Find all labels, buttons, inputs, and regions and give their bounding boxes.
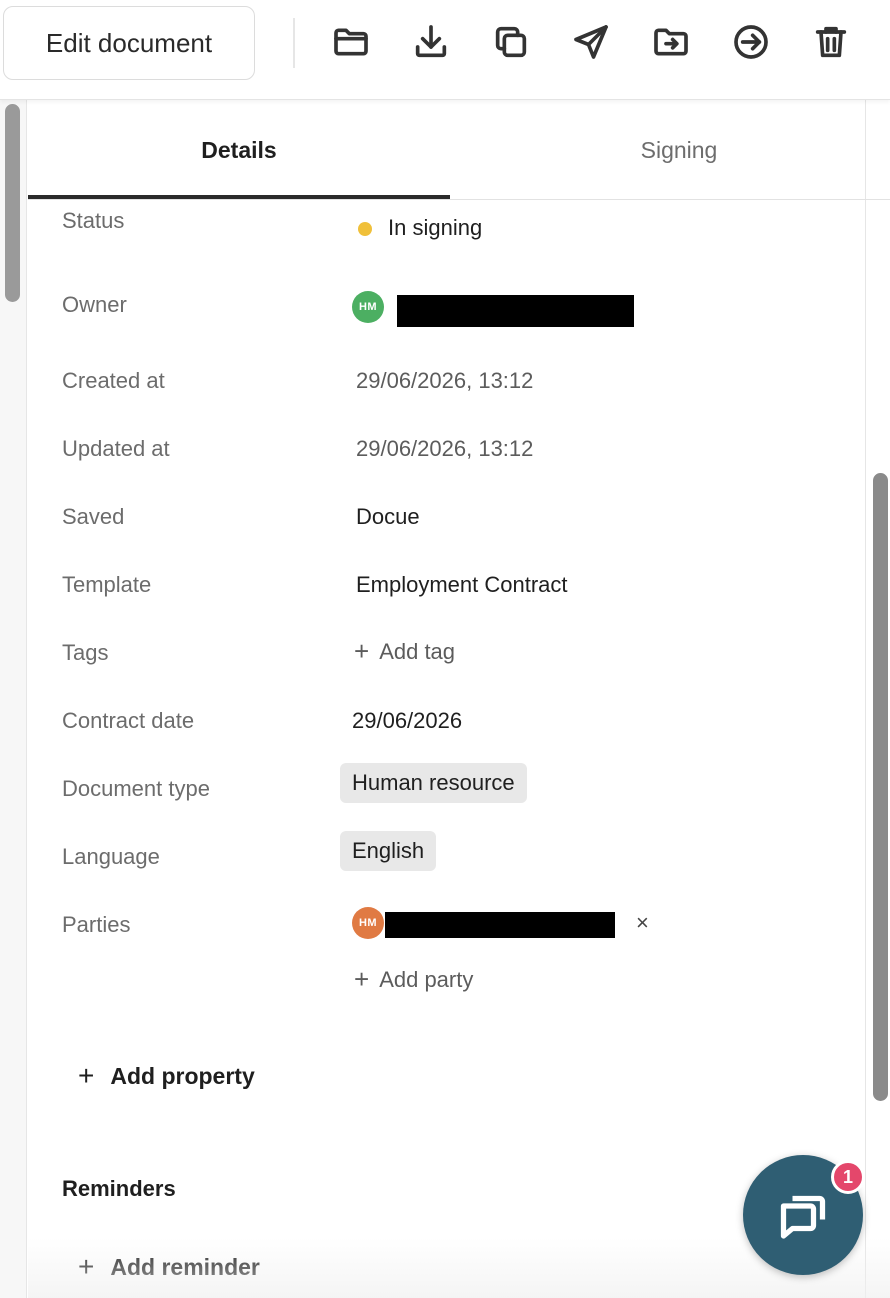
right-scrollbar-thumb[interactable] bbox=[873, 473, 888, 1101]
language-chip[interactable]: English bbox=[340, 831, 437, 871]
chat-icon bbox=[780, 1195, 826, 1239]
updated-at-value: 29/06/2026, 13:12 bbox=[356, 436, 534, 461]
edit-document-button[interactable]: Edit document bbox=[3, 6, 255, 80]
left-scrollbar-thumb[interactable] bbox=[5, 104, 20, 302]
contract-date-label: Contract date bbox=[62, 708, 195, 733]
document-type-chip[interactable]: Human resource bbox=[340, 763, 527, 803]
add-reminder-label: Add reminder bbox=[110, 1253, 260, 1280]
document-type-label: Document type bbox=[62, 776, 210, 801]
tags-label: Tags bbox=[62, 640, 109, 665]
party-name-redacted bbox=[385, 912, 615, 938]
trash-icon[interactable] bbox=[809, 20, 853, 64]
tab-signing[interactable]: Signing bbox=[450, 100, 890, 200]
add-property-label: Add property bbox=[110, 1062, 255, 1089]
plus-icon: + bbox=[354, 636, 370, 666]
created-at-value: 29/06/2026, 13:12 bbox=[356, 368, 534, 393]
saved-value[interactable]: Docue bbox=[356, 504, 420, 530]
parties-label: Parties bbox=[62, 912, 131, 937]
sign-in-icon[interactable] bbox=[729, 20, 773, 64]
send-icon[interactable] bbox=[569, 20, 613, 64]
add-reminder-button[interactable]: + Add reminder bbox=[78, 1251, 260, 1283]
document-details-panel: Details Signing Status In signing Owner … bbox=[28, 100, 890, 1298]
add-party-button[interactable]: + Add party bbox=[354, 964, 473, 995]
plus-icon: + bbox=[78, 1251, 95, 1282]
add-property-button[interactable]: + Add property bbox=[78, 1060, 255, 1092]
updated-at-label: Updated at bbox=[62, 436, 170, 461]
download-icon[interactable] bbox=[409, 20, 453, 64]
saved-label: Saved bbox=[62, 504, 125, 529]
add-tag-label: Add tag bbox=[379, 638, 456, 664]
add-party-label: Add party bbox=[379, 966, 474, 992]
tab-details[interactable]: Details bbox=[28, 100, 450, 200]
contract-date-value[interactable]: 29/06/2026 bbox=[352, 708, 462, 734]
owner-name-redacted bbox=[397, 295, 634, 327]
template-label: Template bbox=[62, 572, 152, 597]
party-avatar: HM bbox=[352, 907, 384, 939]
plus-icon: + bbox=[354, 964, 370, 994]
copy-icon[interactable] bbox=[489, 20, 533, 64]
chat-notification-badge: 1 bbox=[831, 1160, 865, 1194]
status-value: In signing bbox=[388, 215, 483, 240]
status-label: Status bbox=[62, 208, 125, 233]
add-tag-button[interactable]: + Add tag bbox=[354, 636, 455, 667]
owner-avatar: HM bbox=[352, 291, 384, 323]
template-value[interactable]: Employment Contract bbox=[356, 572, 568, 598]
folder-icon[interactable] bbox=[329, 20, 373, 64]
reminders-title: Reminders bbox=[62, 1176, 176, 1201]
active-tab-indicator bbox=[28, 195, 450, 199]
status-dot-icon bbox=[358, 222, 372, 236]
owner-label: Owner bbox=[62, 292, 127, 317]
toolbar-divider bbox=[293, 18, 295, 68]
created-at-label: Created at bbox=[62, 368, 165, 393]
toolbar: Edit document bbox=[0, 0, 890, 100]
language-label: Language bbox=[62, 844, 160, 869]
move-to-folder-icon[interactable] bbox=[649, 20, 693, 64]
remove-party-icon[interactable]: × bbox=[636, 910, 649, 936]
plus-icon: + bbox=[78, 1060, 95, 1091]
tab-bar: Details Signing bbox=[28, 100, 890, 200]
